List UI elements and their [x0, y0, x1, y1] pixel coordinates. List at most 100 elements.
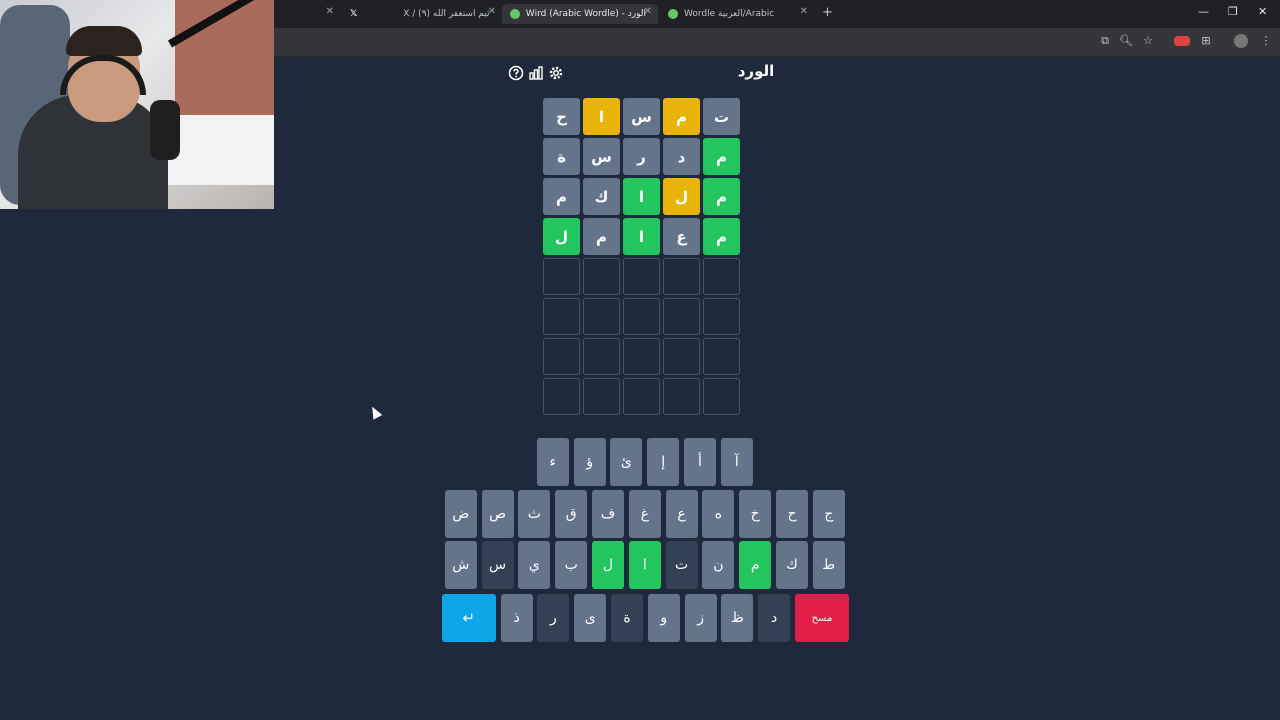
tile-correct: م — [703, 218, 740, 255]
tab-title: الورد - AlWird (Arabic Wordle) — [526, 9, 646, 19]
restore-icon[interactable]: ❐ — [1228, 5, 1238, 18]
key[interactable]: ن — [702, 541, 735, 589]
tab-1[interactable]: 𝕏 X / (٩) ثيم استغفر الله ✕ — [340, 4, 502, 24]
window-close-icon[interactable]: ✕ — [1258, 5, 1267, 18]
tile-empty — [623, 378, 660, 415]
settings-icon[interactable] — [548, 65, 564, 81]
key[interactable]: د — [758, 594, 791, 642]
keyboard-row-3: طكمنتالبيسش — [440, 541, 845, 589]
tile-empty — [663, 258, 700, 295]
tab-3[interactable]: Wordle العربية/Arabic ✕ — [662, 4, 814, 24]
key[interactable]: ه — [702, 490, 735, 538]
board-row — [542, 298, 740, 335]
tile-present: ا — [583, 98, 620, 135]
board-row — [542, 338, 740, 375]
tile-absent: د — [663, 138, 700, 175]
profile-avatar-icon[interactable] — [1234, 34, 1248, 48]
key[interactable]: ش — [444, 541, 477, 589]
key[interactable]: ء — [536, 438, 569, 486]
tile-correct: ا — [623, 218, 660, 255]
tile-present: م — [663, 98, 700, 135]
tile-absent: ع — [663, 218, 700, 255]
key[interactable]: ا — [628, 541, 661, 589]
minimize-icon[interactable]: — — [1198, 5, 1209, 18]
key[interactable]: ب — [555, 541, 588, 589]
tile-empty — [583, 378, 620, 415]
tab-2-active[interactable]: الورد - AlWird (Arabic Wordle) ✕ — [502, 4, 658, 24]
key[interactable]: ر — [537, 594, 570, 642]
tile-empty — [663, 378, 700, 415]
key[interactable]: ة — [610, 594, 643, 642]
key[interactable]: ق — [555, 490, 588, 538]
board-row: معامل — [542, 218, 740, 255]
key[interactable]: ف — [591, 490, 624, 538]
key[interactable]: ج — [812, 490, 845, 538]
webcam-overlay — [0, 0, 274, 209]
tab-title: Wordle العربية/Arabic — [684, 9, 775, 19]
keyboard-row-4: مسح د ظ ز و ة ى ر ذ ↵ — [437, 594, 849, 642]
tile-absent: س — [623, 98, 660, 135]
key[interactable]: ي — [518, 541, 551, 589]
close-icon[interactable]: ✕ — [800, 6, 808, 17]
new-tab-icon[interactable]: + — [822, 5, 833, 20]
install-app-icon[interactable]: ⧉ — [1098, 34, 1112, 48]
tile-correct: م — [703, 178, 740, 215]
key[interactable]: و — [647, 594, 680, 642]
key[interactable]: ذ — [500, 594, 533, 642]
board-row: ملاكم — [542, 178, 740, 215]
key[interactable]: ت — [665, 541, 698, 589]
tile-correct: ل — [543, 218, 580, 255]
key[interactable]: ض — [444, 490, 477, 538]
key[interactable]: ث — [518, 490, 551, 538]
key[interactable]: إ — [647, 438, 680, 486]
key[interactable]: ؤ — [573, 438, 606, 486]
webcam-background — [175, 0, 274, 120]
menu-kebab-icon[interactable]: ⋮ — [1259, 34, 1273, 48]
tile-empty — [583, 298, 620, 335]
board-row: تمساح — [542, 98, 740, 135]
tile-empty — [663, 338, 700, 375]
key[interactable]: ح — [775, 490, 808, 538]
key[interactable]: غ — [628, 490, 661, 538]
tab-0[interactable]: ✕ — [300, 4, 340, 24]
key[interactable]: آ — [720, 438, 753, 486]
key[interactable]: ص — [481, 490, 514, 538]
help-icon[interactable] — [508, 65, 524, 81]
extension-icon[interactable] — [1174, 36, 1190, 46]
key[interactable]: ك — [775, 541, 808, 589]
key[interactable]: م — [739, 541, 772, 589]
key[interactable]: ع — [665, 490, 698, 538]
game-board: تمساحمدرسةملاكممعامل — [542, 98, 740, 418]
webcam-microphone — [150, 100, 180, 160]
close-icon[interactable]: ✕ — [644, 6, 652, 17]
keyboard-row-1: آأإئؤء — [532, 438, 753, 486]
extensions-puzzle-icon[interactable]: ⊞ — [1199, 34, 1213, 48]
key[interactable]: ظ — [721, 594, 754, 642]
key[interactable]: ل — [591, 541, 624, 589]
delete-key[interactable]: مسح — [794, 594, 849, 642]
key[interactable]: ئ — [610, 438, 643, 486]
tile-absent: م — [583, 218, 620, 255]
key[interactable]: خ — [739, 490, 772, 538]
key[interactable]: ز — [684, 594, 717, 642]
mouse-cursor-icon — [367, 404, 383, 420]
tile-absent: ح — [543, 98, 580, 135]
close-icon[interactable]: ✕ — [326, 6, 334, 17]
tile-absent: م — [543, 178, 580, 215]
screen: ✕ 𝕏 X / (٩) ثيم استغفر الله ✕ الورد - Al… — [0, 0, 1280, 720]
tile-empty — [703, 258, 740, 295]
tile-present: ل — [663, 178, 700, 215]
key[interactable]: س — [481, 541, 514, 589]
green-circle-icon — [668, 9, 678, 19]
key[interactable]: أ — [683, 438, 716, 486]
tile-empty — [543, 338, 580, 375]
stats-icon[interactable] — [528, 65, 544, 81]
enter-key[interactable]: ↵ — [441, 594, 496, 642]
tile-empty — [703, 378, 740, 415]
close-icon[interactable]: ✕ — [488, 6, 496, 17]
bookmark-star-icon[interactable]: ☆ — [1141, 34, 1155, 48]
key[interactable]: ى — [574, 594, 607, 642]
zoom-icon[interactable]: 🔍︎ — [1119, 34, 1133, 48]
tile-empty — [703, 298, 740, 335]
key[interactable]: ط — [812, 541, 845, 589]
